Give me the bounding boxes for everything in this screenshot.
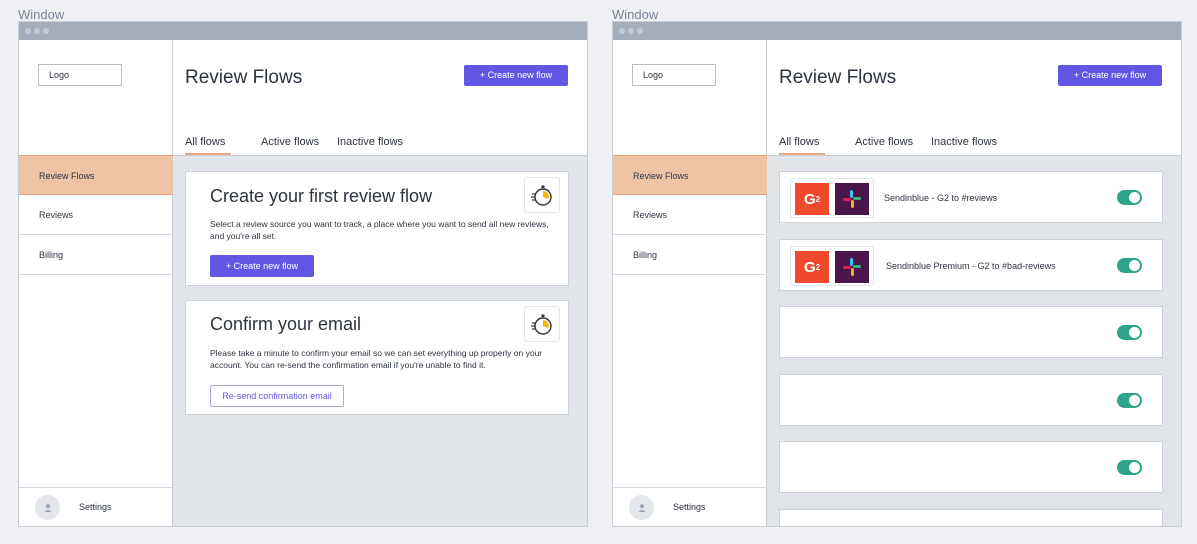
flow-row[interactable] [779,374,1163,426]
sidebar: Logo Review Flows Reviews Billing Settin… [19,40,173,526]
window-flow-list: Logo Review Flows Reviews Billing Settin… [612,21,1182,527]
sidebar-item-reviews[interactable]: Reviews [19,195,173,235]
tab-all-flows[interactable]: All flows [779,136,826,155]
flow-toggle[interactable] [1117,460,1142,475]
user-icon [638,503,645,512]
window-titlebar[interactable] [613,22,1181,40]
sidebar: Logo Review Flows Reviews Billing Settin… [613,40,767,526]
flow-row[interactable] [779,441,1163,493]
flow-toggle[interactable] [1117,325,1142,340]
stopwatch-icon [524,306,560,342]
create-new-flow-button[interactable]: + Create new flow [1058,65,1162,86]
integration-logos: G2 [790,178,874,218]
card-description: Please take a minute to confirm your ema… [210,348,543,370]
avatar [35,495,60,520]
window-titlebar[interactable] [19,22,587,40]
tab-inactive-flows[interactable]: Inactive flows [337,136,403,148]
window-label: Window [18,7,65,22]
avatar [629,495,654,520]
settings-label: Settings [79,502,112,512]
settings-label: Settings [673,502,706,512]
slack-icon [835,183,869,215]
card-title: Create your first review flow [210,186,433,206]
sidebar-item-reviews[interactable]: Reviews [613,195,767,235]
logo-placeholder: Logo [38,64,122,86]
flow-name: Sendinblue - G2 to #reviews [884,193,998,203]
g2-icon: G2 [795,251,829,283]
card-description: Select a review source you want to track… [210,219,549,241]
sidebar-item-billing[interactable]: Billing [613,235,767,275]
logo-placeholder: Logo [632,64,716,86]
tab-all-flows[interactable]: All flows [185,136,232,155]
main-header: Review Flows + Create new flow All flows… [767,40,1181,156]
window-controls[interactable] [25,28,49,34]
create-new-flow-card-button[interactable]: + Create new flow [210,255,314,277]
confirm-email-card: Confirm your email Please take a minute … [185,300,569,415]
card-title: Confirm your email [210,314,362,334]
tab-active-flows[interactable]: Active flows [261,136,319,148]
window-label: Window [612,7,659,22]
window-controls[interactable] [619,28,643,34]
resend-confirmation-button[interactable]: Re-send confirmation email [210,385,344,407]
sidebar-item-review-flows[interactable]: Review Flows [613,155,767,195]
user-icon [44,503,51,512]
page-title: Review Flows [185,67,303,88]
flow-row[interactable]: G2 Sendinblue - G2 to #reviews [779,171,1163,223]
flow-toggle[interactable] [1117,258,1142,273]
slack-icon [835,251,869,283]
flow-row[interactable]: G2 Sendinblue Premium - G2 to #bad-revie… [779,239,1163,291]
main-header: Review Flows + Create new flow All flows… [173,40,587,156]
flow-toggle[interactable] [1117,190,1142,205]
tab-active-flows[interactable]: Active flows [855,136,913,148]
flow-toggle[interactable] [1117,393,1142,408]
main-content: Review Flows + Create new flow All flows… [767,40,1181,526]
settings-row[interactable]: Settings [613,487,767,526]
create-flow-card: Create your first review flow Select a r… [185,171,569,286]
sidebar-item-review-flows[interactable]: Review Flows [19,155,173,195]
integration-logos: G2 [790,246,874,286]
sidebar-item-billing[interactable]: Billing [19,235,173,275]
page-title: Review Flows [779,67,897,88]
flow-row[interactable] [779,306,1163,358]
stopwatch-icon [524,177,560,213]
flow-name: Sendinblue Premium - G2 to #bad-reviews [886,261,1056,271]
tab-inactive-flows[interactable]: Inactive flows [931,136,997,148]
settings-row[interactable]: Settings [19,487,173,526]
flow-row[interactable] [779,509,1163,526]
window-empty-state: Logo Review Flows Reviews Billing Settin… [18,21,588,527]
main-content: Review Flows + Create new flow All flows… [173,40,587,526]
create-new-flow-button[interactable]: + Create new flow [464,65,568,86]
g2-icon: G2 [795,183,829,215]
